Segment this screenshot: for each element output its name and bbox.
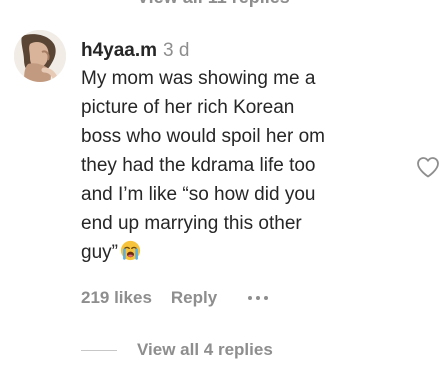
replies-divider [81,349,117,351]
comment-thread: View all 11 replies h4yaa.m 3 d My mom wa… [0,0,445,371]
comment-actions: 219 likes Reply [81,286,269,310]
heart-outline-icon[interactable] [416,156,440,178]
loudly-crying-face-icon [120,240,141,270]
likes-count[interactable]: 219 likes [81,288,152,308]
comment-header: h4yaa.m 3 d [81,38,401,64]
avatar[interactable] [14,30,66,82]
view-replies-link-top[interactable]: View all 11 replies [137,0,290,8]
timestamp: 3 d [163,40,190,61]
view-replies-button[interactable]: View all 4 replies [81,338,273,362]
view-replies-label: View all 4 replies [137,340,273,359]
comment: h4yaa.m 3 d My mom was showing me a pictu… [81,38,401,270]
more-options-icon[interactable] [248,296,269,300]
reply-button[interactable]: Reply [171,288,217,308]
comment-text: My mom was showing me a picture of her r… [81,64,401,270]
username[interactable]: h4yaa.m [81,40,157,61]
comment-body: My mom was showing me a picture of her r… [81,68,325,263]
